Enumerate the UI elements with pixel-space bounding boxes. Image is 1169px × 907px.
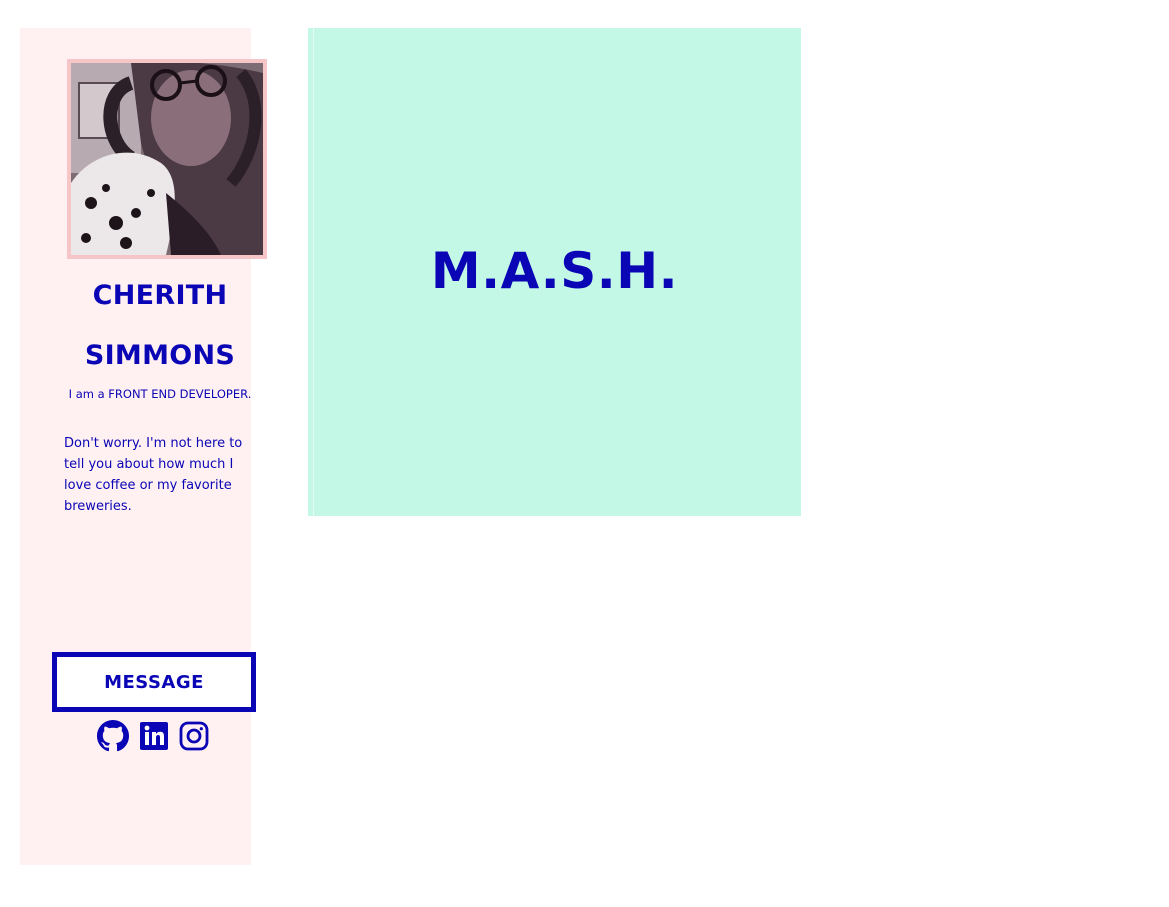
profile-first-name: CHERITH: [92, 280, 228, 311]
project-card[interactable]: M.A.S.H.: [308, 28, 801, 516]
profile-tagline: I am a FRONT END DEVELOPER.: [68, 387, 252, 401]
github-icon[interactable]: [97, 720, 129, 752]
project-title: M.A.S.H.: [430, 242, 679, 300]
profile-photo: [71, 63, 263, 255]
linkedin-icon[interactable]: [138, 720, 170, 752]
profile-bio: Don't worry. I'm not here to tell you ab…: [64, 436, 243, 514]
instagram-icon[interactable]: [178, 720, 210, 752]
profile-last-name: SIMMONS: [84, 340, 236, 371]
message-button[interactable]: MESSAGE: [52, 652, 256, 712]
portfolio-page: CHERITH SIMMONS I am a FRONT END DEVELOP…: [0, 0, 1169, 907]
avatar: [67, 59, 267, 259]
